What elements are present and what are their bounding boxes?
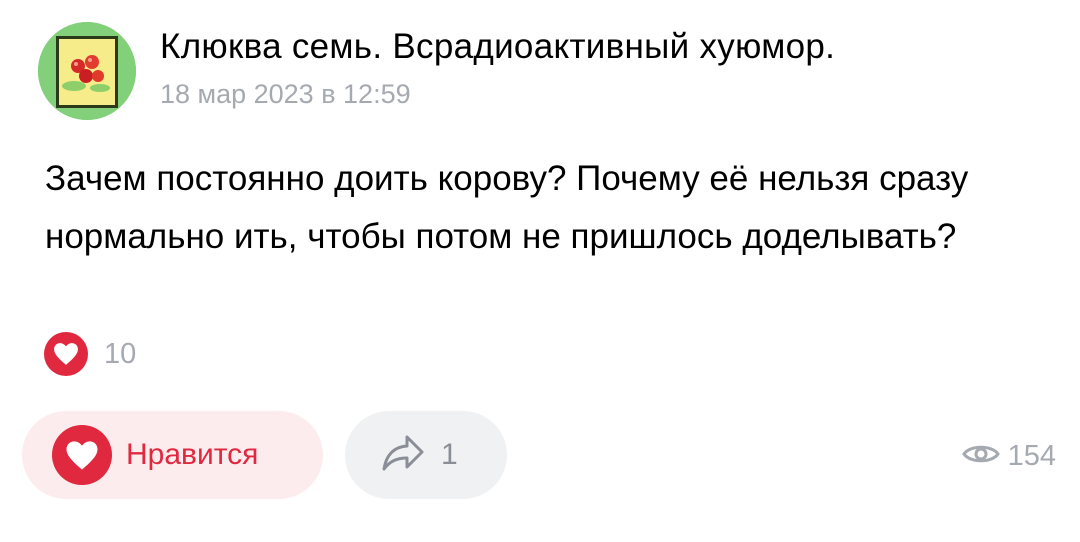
heart-icon (52, 425, 112, 485)
group-name[interactable]: Клюква семь. Всрадиоактивный хуюмор. (160, 25, 835, 69)
group-avatar[interactable] (38, 22, 136, 120)
share-arrow-icon (381, 434, 425, 477)
reactions-summary[interactable]: 10 (44, 332, 136, 376)
cranberry-avatar-image (38, 22, 136, 120)
heart-icon (44, 332, 88, 376)
like-label: Нравится (126, 438, 259, 471)
views-counter: 154 (961, 440, 1056, 473)
post-date: 18 мар 2023 в 12:59 (160, 79, 411, 109)
share-button[interactable]: 1 (345, 411, 507, 499)
post-header: Клюква семь. Всрадиоактивный хуюмор. 18 … (38, 22, 835, 120)
eye-icon (961, 442, 1000, 471)
post-text: Зачем постоянно доить корову? Почему её … (45, 159, 969, 256)
views-count: 154 (1007, 440, 1056, 472)
like-button[interactable]: Нравится (22, 411, 323, 499)
share-count: 1 (441, 438, 458, 471)
post-meta: Клюква семь. Всрадиоактивный хуюмор. 18 … (160, 27, 835, 111)
reaction-count: 10 (104, 337, 137, 370)
